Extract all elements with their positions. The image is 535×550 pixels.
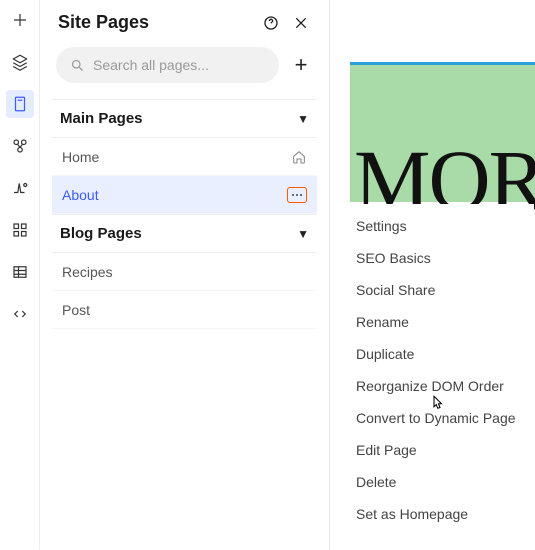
page-context-menu: Settings SEO Basics Social Share Rename … [342,204,534,536]
tool-code[interactable] [6,300,34,328]
page-item-post[interactable]: Post [52,291,317,329]
section-label: Blog Pages [60,225,142,242]
page-more-button[interactable] [287,187,307,203]
ctx-rename[interactable]: Rename [342,306,534,338]
search-placeholder: Search all pages... [93,57,209,73]
tool-pages[interactable] [6,90,34,118]
section-main-pages[interactable]: Main Pages ▼ [52,99,317,138]
tool-layers[interactable] [6,48,34,76]
section-label: Main Pages [60,110,143,127]
tool-apps[interactable] [6,132,34,160]
site-pages-panel: Site Pages Search all pages... + Main Pa… [40,0,330,550]
chevron-down-icon: ▼ [297,112,309,126]
ctx-seo-basics[interactable]: SEO Basics [342,242,534,274]
search-icon [70,58,85,73]
ctx-set-homepage[interactable]: Set as Homepage [342,498,534,530]
chevron-down-icon: ▼ [297,227,309,241]
page-label: Recipes [62,264,113,280]
left-toolstrip [0,0,40,550]
add-page-button[interactable]: + [289,52,313,78]
tool-grid[interactable] [6,216,34,244]
panel-header: Site Pages [52,8,317,43]
tool-theme[interactable] [6,174,34,202]
ctx-convert-dynamic[interactable]: Convert to Dynamic Page [342,402,534,434]
tool-data[interactable] [6,258,34,286]
page-item-home[interactable]: Home [52,138,317,176]
ctx-edit-page[interactable]: Edit Page [342,434,534,466]
home-icon [291,149,307,165]
search-input[interactable]: Search all pages... [56,47,279,83]
page-label: Post [62,302,90,318]
page-label: Home [62,149,99,165]
page-label: About [62,187,99,203]
help-icon[interactable] [261,13,281,33]
app-root: Site Pages Search all pages... + Main Pa… [0,0,535,550]
close-icon[interactable] [291,13,311,33]
ctx-social-share[interactable]: Social Share [342,274,534,306]
ctx-delete[interactable]: Delete [342,466,534,498]
ctx-reorganize-dom[interactable]: Reorganize DOM Order [342,370,534,402]
ctx-duplicate[interactable]: Duplicate [342,338,534,370]
section-blog-pages[interactable]: Blog Pages ▼ [52,214,317,253]
page-item-about[interactable]: About [52,176,317,214]
tool-add[interactable] [6,6,34,34]
panel-title: Site Pages [58,12,149,33]
ctx-settings[interactable]: Settings [342,210,534,242]
page-item-recipes[interactable]: Recipes [52,253,317,291]
